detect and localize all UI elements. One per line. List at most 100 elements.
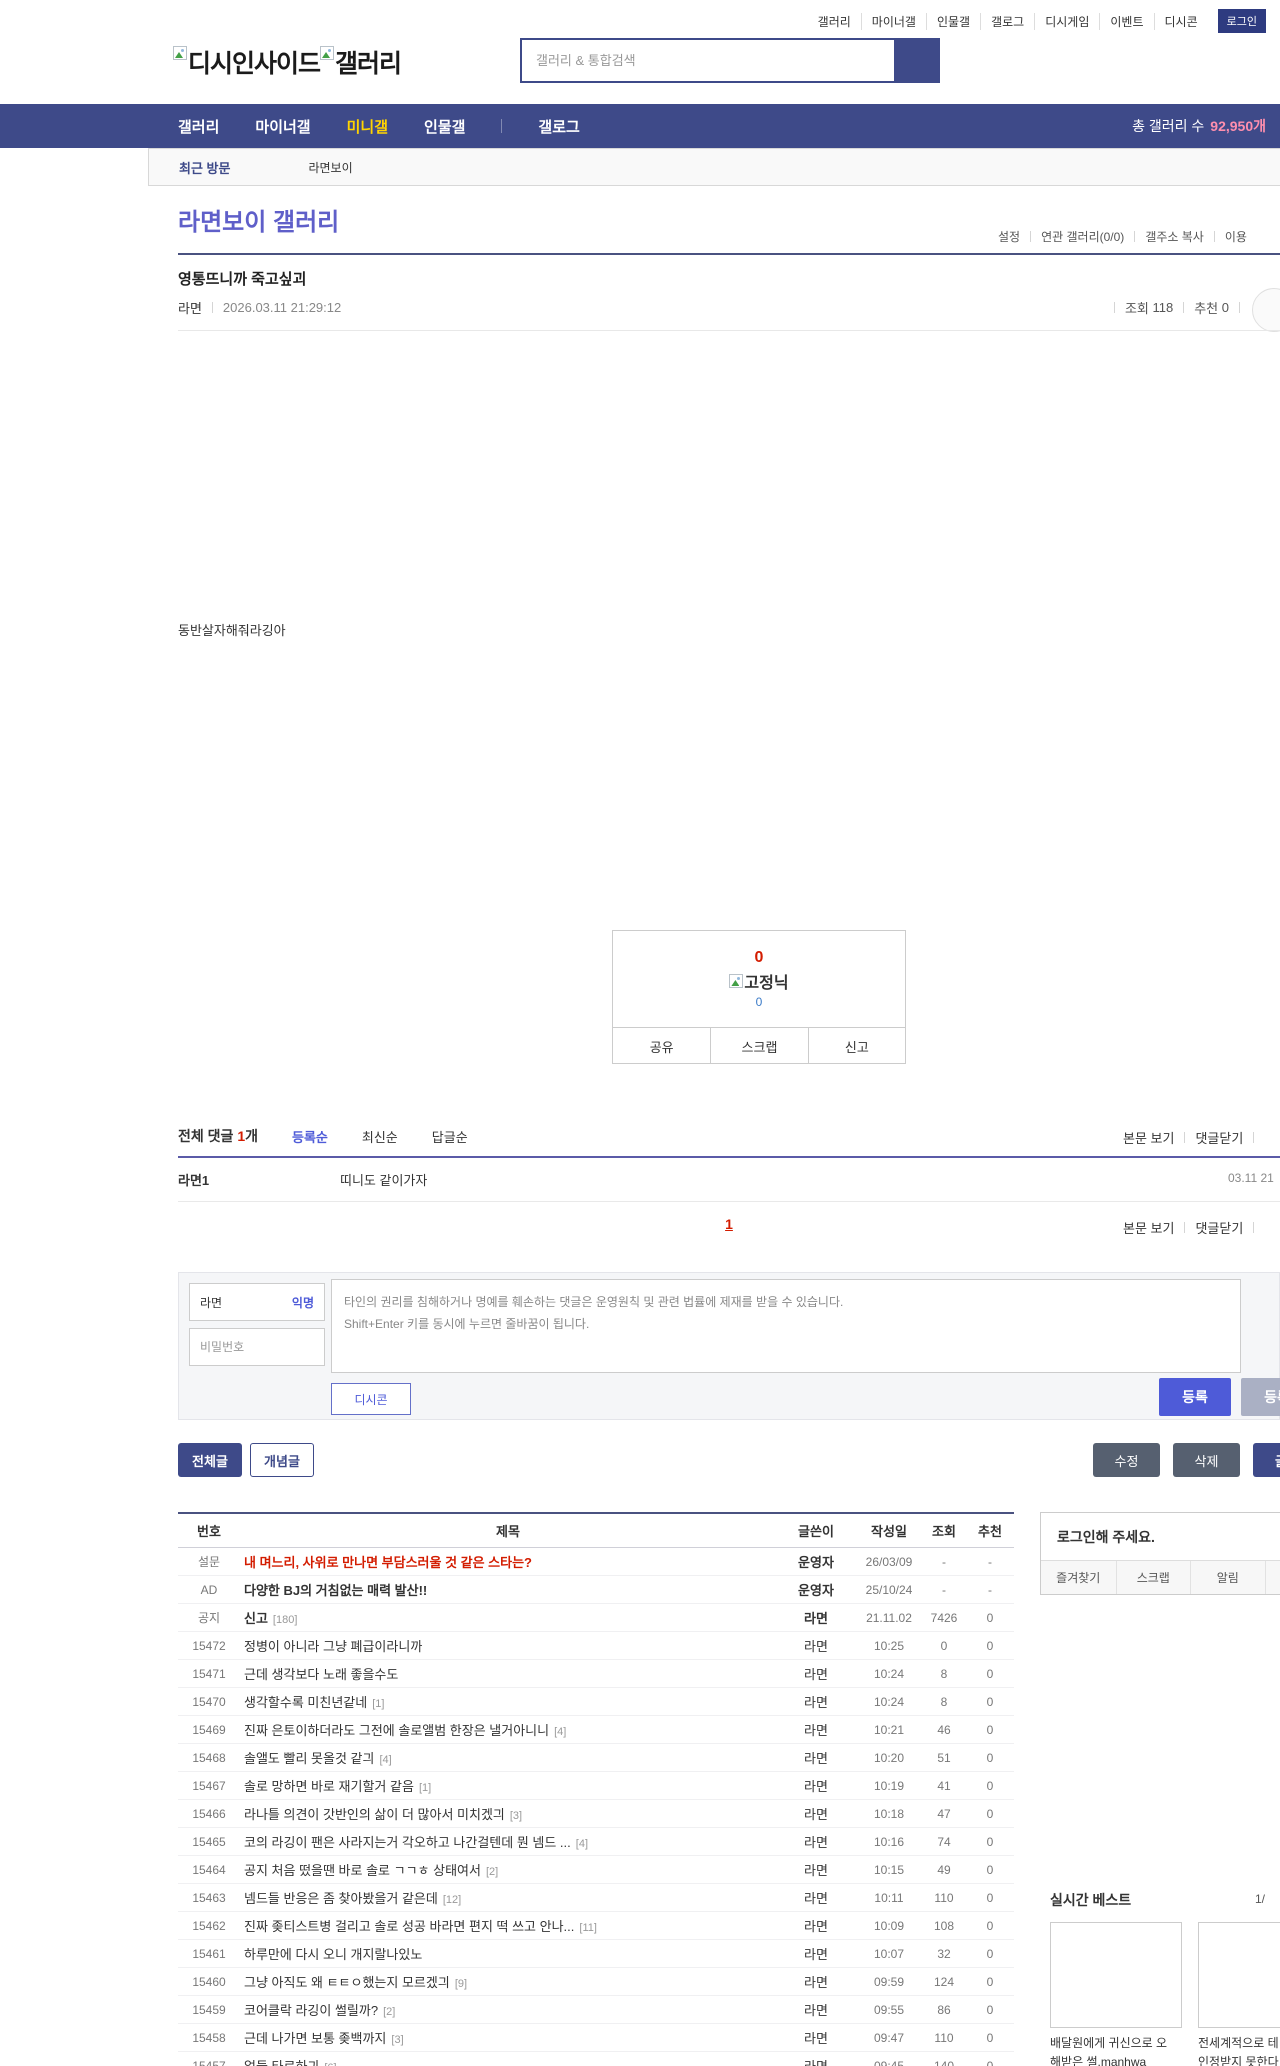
post-title-link[interactable]: 하루만에 다시 오니 개지랄나있노 xyxy=(240,1944,776,1963)
realtime-best-pagination[interactable]: 1/ xyxy=(1255,1892,1265,1906)
best-item-caption[interactable]: 전세계적으로 테 인정받지 못한다 xyxy=(1198,2034,1280,2066)
comment-textarea[interactable]: 타인의 권리를 침해하거나 명예를 훼손하는 댓글은 운영원칙 및 관련 법률에… xyxy=(331,1279,1241,1373)
post-title-link[interactable]: 생각할수록 미친년같네[1] xyxy=(240,1692,776,1711)
post-title-link[interactable]: 진짜 은토이하더라도 그전에 솔로앨범 한장은 낼거아니니[4] xyxy=(240,1720,776,1739)
post-title-link[interactable]: 정병이 아니라 그냥 폐급이라니까 xyxy=(240,1636,776,1655)
table-row[interactable]: 15470 생각할수록 미친년같네[1] 라면 10:24 8 0 xyxy=(178,1688,1014,1716)
table-row[interactable]: 15461 하루만에 다시 오니 개지랄나있노 라면 10:07 32 0 xyxy=(178,1940,1014,1968)
post-title-link[interactable]: 얼들 타로하긔[6] xyxy=(240,2056,776,2066)
table-row[interactable]: 15468 솔앨도 빨리 못올것 같긔[4] 라면 10:20 51 0 xyxy=(178,1744,1014,1772)
edit-button[interactable]: 수정 xyxy=(1093,1443,1160,1477)
best-thumbnail[interactable] xyxy=(1050,1922,1182,2028)
post-writer[interactable]: 라면 xyxy=(776,1748,856,1767)
post-title-link[interactable]: 라나틀 의견이 갓반인의 삶이 더 많아서 미치겠긔[3] xyxy=(240,1804,776,1823)
copy-url-link[interactable]: 갤주소 복사 xyxy=(1145,228,1204,245)
guide-link[interactable]: 이용 xyxy=(1225,228,1247,245)
post-writer[interactable]: 라면 xyxy=(776,2028,856,2047)
post-writer[interactable]: 라면 xyxy=(776,1636,856,1655)
login-button[interactable]: 로그인 xyxy=(1218,9,1266,33)
top-link[interactable]: 디시콘 xyxy=(1154,13,1208,30)
post-title-link[interactable]: 공지 처음 떴을땐 바로 솔로 ㄱㄱㅎ 상태여서[2] xyxy=(240,1860,776,1879)
share-button[interactable]: 공유 xyxy=(613,1028,710,1064)
post-title-link[interactable]: 그냥 아직도 왜 ㅌㅌㅇ했는지 모르겠긔[9] xyxy=(240,1972,776,1991)
close-comments-link[interactable]: 댓글닫기 xyxy=(1195,1128,1243,1147)
nav-item-persongal[interactable]: 인물갤 xyxy=(424,116,465,137)
alarm-tab[interactable]: 알림 xyxy=(1190,1561,1265,1594)
anonymous-toggle[interactable]: 익명 xyxy=(292,1294,314,1311)
dccon-button[interactable]: 디시콘 xyxy=(331,1383,411,1415)
post-title-link[interactable]: 솔앨도 빨리 못올것 같긔[4] xyxy=(240,1748,776,1767)
recent-visit-label[interactable]: 최근 방문 xyxy=(179,158,230,177)
table-row[interactable]: 15471 근데 생각보다 노래 좋을수도 라면 10:24 8 0 xyxy=(178,1660,1014,1688)
post-writer[interactable]: 운영자 xyxy=(776,1580,856,1599)
page-number[interactable]: 1 xyxy=(725,1216,733,1232)
table-row[interactable]: 15469 진짜 은토이하더라도 그전에 솔로앨범 한장은 낼거아니니[4] 라… xyxy=(178,1716,1014,1744)
best-thumbnail[interactable] xyxy=(1198,1922,1280,2028)
all-posts-button[interactable]: 전체글 xyxy=(178,1443,242,1477)
table-row[interactable]: 15460 그냥 아직도 왜 ㅌㅌㅇ했는지 모르겠긔[9] 라면 09:59 1… xyxy=(178,1968,1014,1996)
table-row[interactable]: 15457 얼들 타로하긔[6] 라면 09:45 140 0 xyxy=(178,2052,1014,2066)
post-writer[interactable]: 라면 xyxy=(776,1860,856,1879)
post-title-link[interactable]: 넴드들 반응은 좀 찾아봤을거 같은데[12] xyxy=(240,1888,776,1907)
gallery-title[interactable]: 라면보이 갤러리 xyxy=(178,202,339,237)
post-writer[interactable]: 라면 xyxy=(776,1944,856,1963)
close-comments-link[interactable]: 댓글닫기 xyxy=(1195,1218,1243,1237)
comment-submit-button[interactable]: 등록 xyxy=(1159,1378,1231,1416)
post-title-link[interactable]: 진짜 좆티스트병 걸리고 솔로 성공 바라면 편지 떡 쓰고 안나...[11] xyxy=(240,1916,776,1935)
table-row[interactable]: 15464 공지 처음 떴을땐 바로 솔로 ㄱㄱㅎ 상태여서[2] 라면 10:… xyxy=(178,1856,1014,1884)
extra-tab[interactable] xyxy=(1265,1561,1280,1594)
comment-count-bubble[interactable] xyxy=(1252,288,1280,332)
table-row[interactable]: 공지 신고[180] 라면 21.11.02 7426 0 xyxy=(178,1604,1014,1632)
table-row[interactable]: 설문 내 며느리, 사위로 만나면 부담스러울 것 같은 스타는? 운영자 26… xyxy=(178,1548,1014,1576)
post-writer[interactable]: 라면 xyxy=(776,1720,856,1739)
table-row[interactable]: 15462 진짜 좆티스트병 걸리고 솔로 성공 바라면 편지 떡 쓰고 안나.… xyxy=(178,1912,1014,1940)
post-writer[interactable]: 라면 xyxy=(776,1804,856,1823)
post-title-link[interactable]: 신고[180] xyxy=(240,1608,776,1627)
password-field[interactable] xyxy=(189,1328,325,1366)
nav-item-minigal[interactable]: 미니갤 xyxy=(347,116,388,137)
post-writer[interactable]: 라면 xyxy=(776,1916,856,1935)
post-writer[interactable]: 라면 xyxy=(776,1664,856,1683)
report-button[interactable]: 신고 xyxy=(808,1028,905,1064)
write-button[interactable]: 글쓰기 xyxy=(1253,1443,1280,1477)
search-input[interactable] xyxy=(522,40,894,81)
table-row[interactable]: 15463 넴드들 반응은 좀 찾아봤을거 같은데[12] 라면 10:11 1… xyxy=(178,1884,1014,1912)
table-row[interactable]: 15459 코어클락 라깅이 썰릴까?[2] 라면 09:55 86 0 xyxy=(178,1996,1014,2024)
tab-sort-newest[interactable]: 최신순 xyxy=(362,1127,398,1146)
table-row[interactable]: 15458 근데 나가면 보통 좆백까지[3] 라면 09:47 110 0 xyxy=(178,2024,1014,2052)
post-title-link[interactable]: 내 며느리, 사위로 만나면 부담스러울 것 같은 스타는? xyxy=(240,1552,776,1571)
site-logo[interactable]: 디시인사이드갤러리 xyxy=(173,44,401,80)
nav-item-minorgal[interactable]: 마이너갤 xyxy=(255,116,310,137)
top-link[interactable]: 이벤트 xyxy=(1099,13,1153,30)
delete-button[interactable]: 삭제 xyxy=(1173,1443,1240,1477)
post-title-link[interactable]: 다양한 BJ의 거침없는 매력 발산!! xyxy=(240,1580,776,1599)
tab-sort-reply[interactable]: 답글순 xyxy=(432,1127,468,1146)
view-post-link[interactable]: 본문 보기 xyxy=(1123,1128,1174,1147)
comment-submit-button-secondary[interactable]: 등록 xyxy=(1241,1378,1280,1416)
post-writer[interactable]: 라면 xyxy=(776,1692,856,1711)
settings-link[interactable]: 설정 xyxy=(998,228,1020,245)
top-link[interactable]: 갤로그 xyxy=(980,13,1034,30)
tab-sort-registered[interactable]: 등록순 xyxy=(292,1127,328,1146)
concept-posts-button[interactable]: 개념글 xyxy=(250,1443,314,1477)
post-writer[interactable]: 운영자 xyxy=(776,1552,856,1571)
post-title-link[interactable]: 코의 라깅이 팬은 사라지는거 각오하고 나간걸텐데 뭔 넴드 ...[4] xyxy=(240,1832,776,1851)
post-title-link[interactable]: 근데 생각보다 노래 좋을수도 xyxy=(240,1664,776,1683)
nav-item-gallery[interactable]: 갤러리 xyxy=(178,116,219,137)
post-title-link[interactable]: 근데 나가면 보통 좆백까지[3] xyxy=(240,2028,776,2047)
nickname-field[interactable]: 라면 익명 xyxy=(189,1283,325,1321)
post-title-link[interactable]: 코어클락 라깅이 썰릴까?[2] xyxy=(240,2000,776,2019)
top-link[interactable]: 디시게임 xyxy=(1034,13,1099,30)
post-writer[interactable]: 라면 xyxy=(776,2000,856,2019)
post-writer[interactable]: 라면 xyxy=(776,1972,856,1991)
post-writer[interactable]: 라면 xyxy=(776,1832,856,1851)
post-writer[interactable]: 라면 xyxy=(776,1608,856,1627)
post-writer[interactable]: 라면 xyxy=(776,2056,856,2066)
view-post-link[interactable]: 본문 보기 xyxy=(1123,1218,1174,1237)
best-item-caption[interactable]: 배달원에게 귀신으로 오 해받은 썰.manhwa xyxy=(1050,2034,1182,2066)
top-link[interactable]: 인물갤 xyxy=(926,13,980,30)
table-row[interactable]: 15472 정병이 아니라 그냥 폐급이라니까 라면 10:25 0 0 xyxy=(178,1632,1014,1660)
table-row[interactable]: 15465 코의 라깅이 팬은 사라지는거 각오하고 나간걸텐데 뭔 넴드 ..… xyxy=(178,1828,1014,1856)
scrap-button[interactable]: 스크랩 xyxy=(710,1028,807,1064)
top-link[interactable]: 마이너갤 xyxy=(861,13,926,30)
